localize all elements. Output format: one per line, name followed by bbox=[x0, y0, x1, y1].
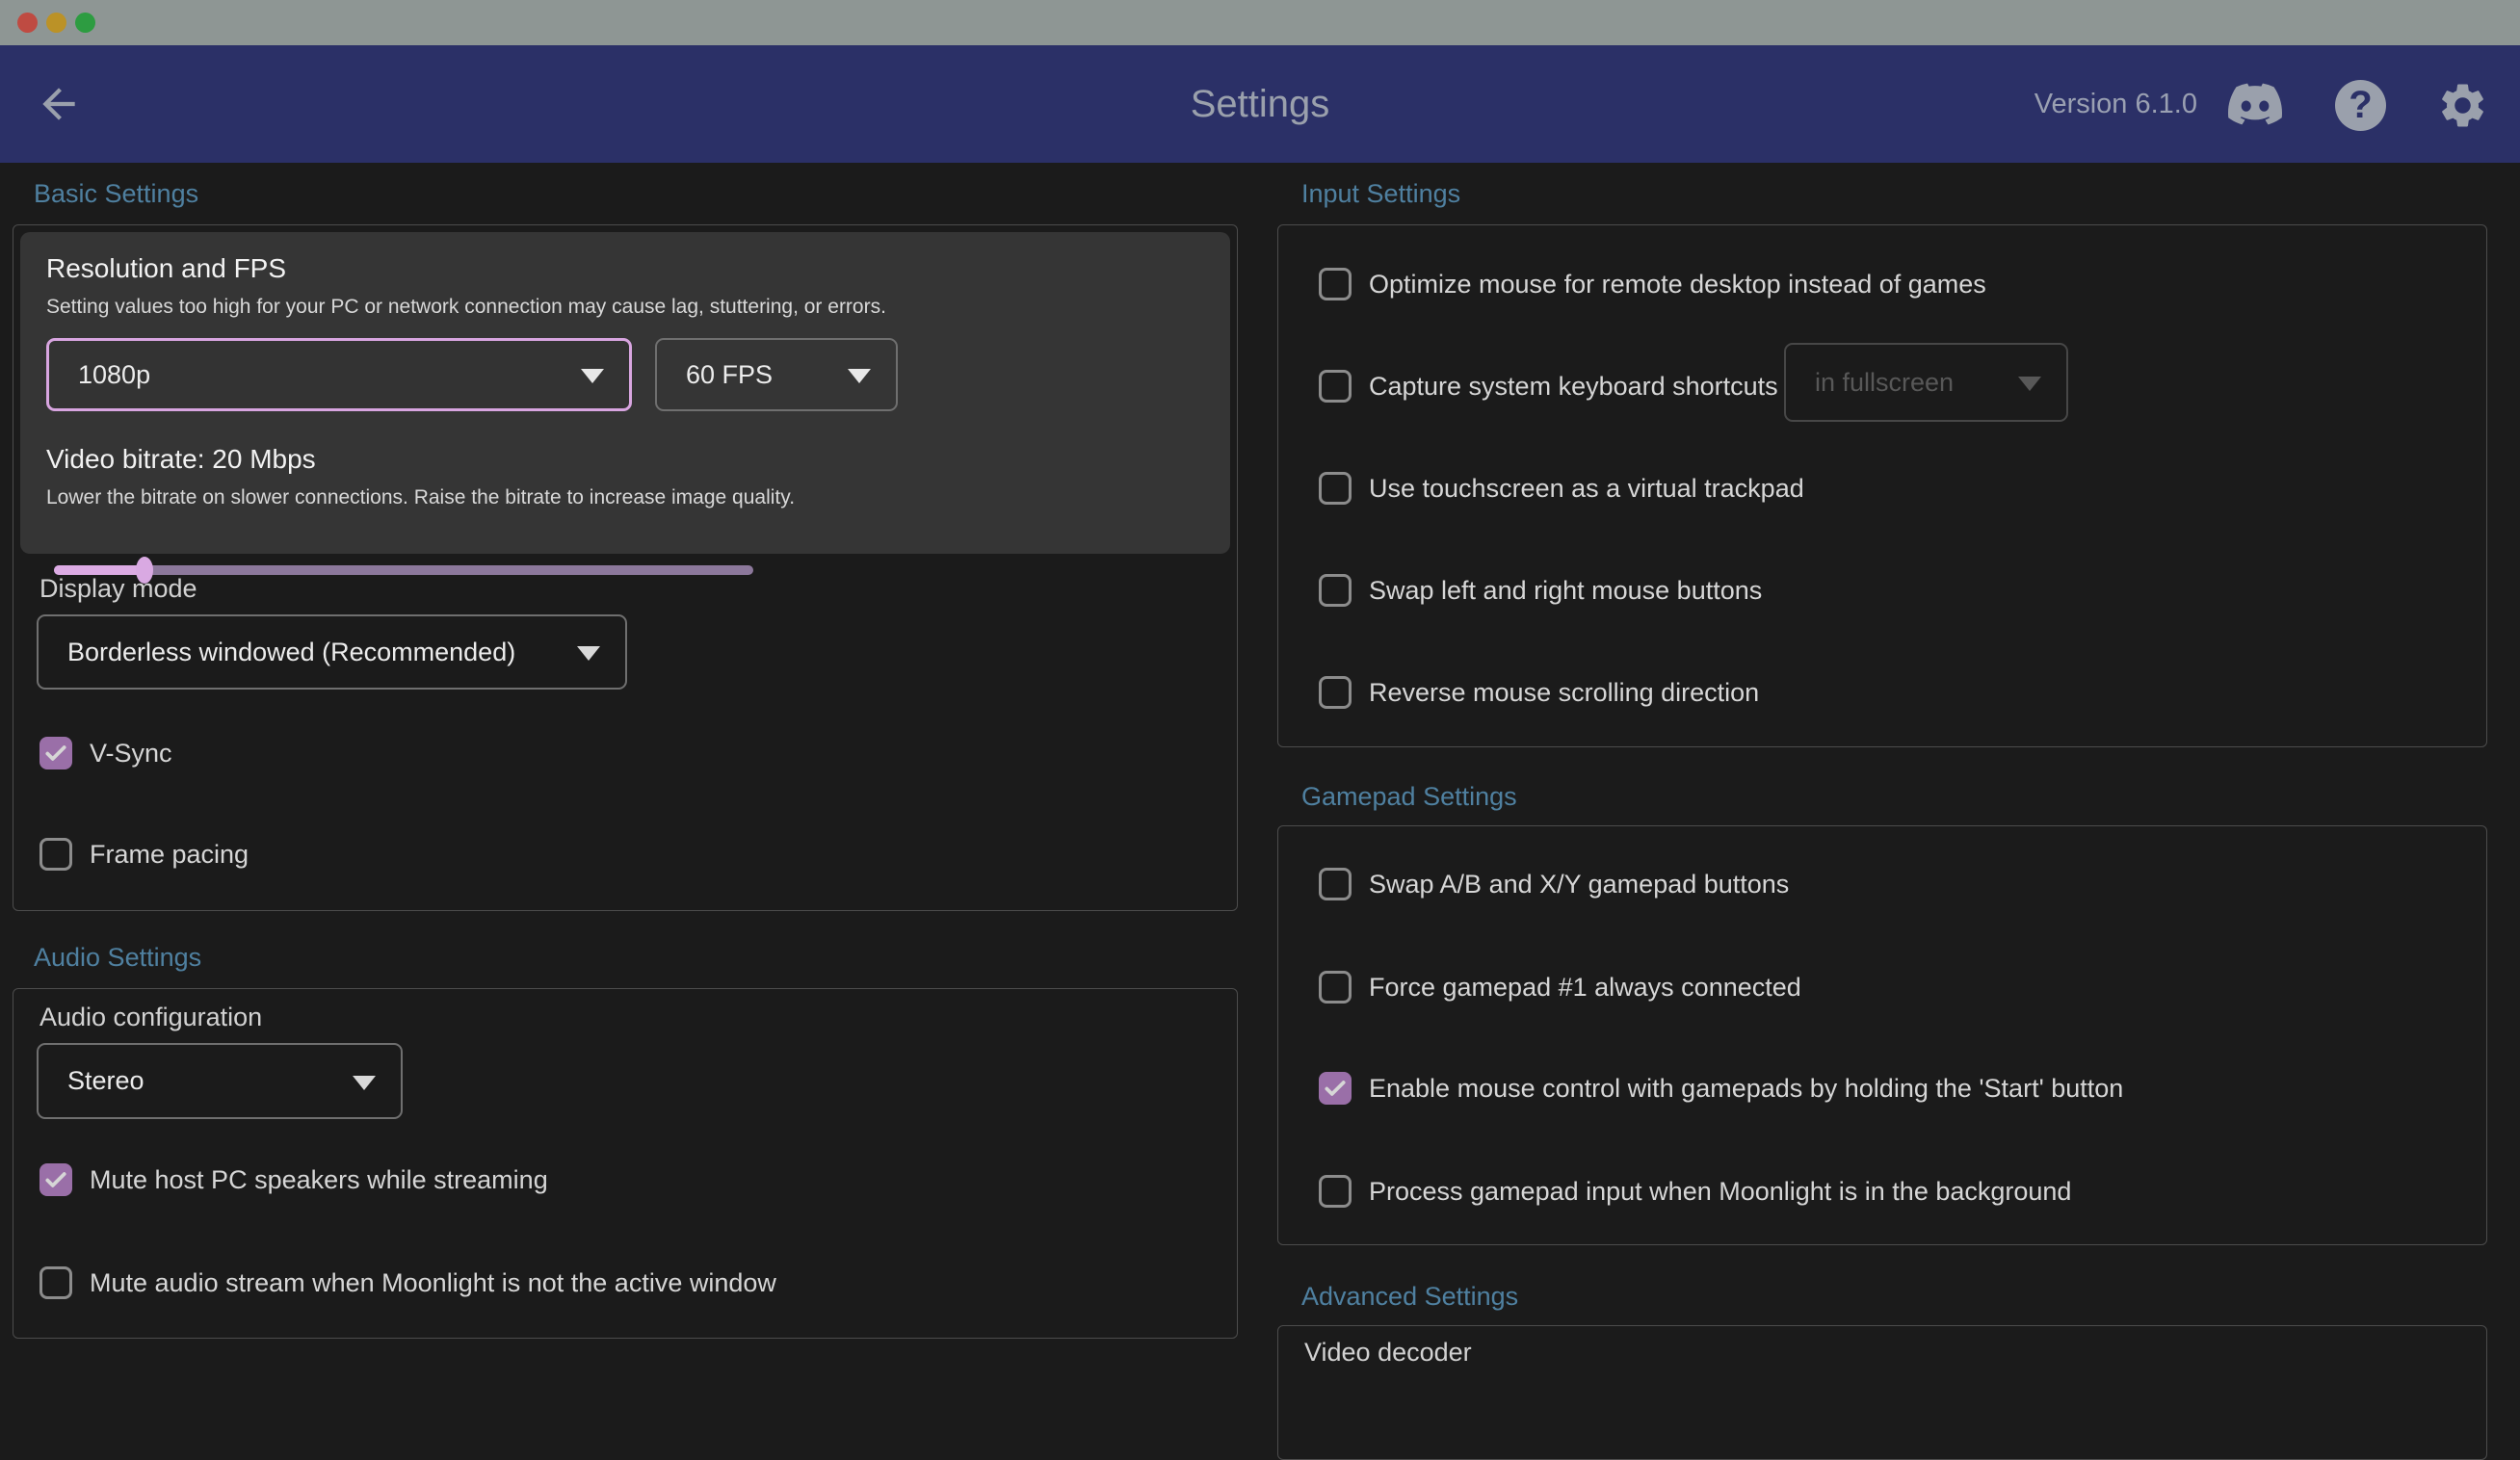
resolution-fps-title: Resolution and FPS bbox=[46, 253, 1204, 284]
frame-pacing-label: Frame pacing bbox=[90, 840, 249, 870]
chevron-down-icon bbox=[577, 646, 600, 661]
frame-pacing-row: Frame pacing bbox=[39, 838, 249, 871]
help-icon: ? bbox=[2335, 80, 2386, 131]
capture-shortcuts-row: Capture system keyboard shortcuts bbox=[1319, 370, 1778, 403]
chevron-down-icon bbox=[2018, 377, 2041, 391]
version-label: Version 6.1.0 bbox=[2034, 45, 2197, 163]
fps-dropdown[interactable]: 60 FPS bbox=[655, 338, 898, 411]
capture-shortcuts-label: Capture system keyboard shortcuts bbox=[1369, 372, 1778, 402]
force-gamepad-checkbox[interactable] bbox=[1319, 971, 1352, 1004]
swap-mouse-buttons-label: Swap left and right mouse buttons bbox=[1369, 576, 1762, 606]
discord-button[interactable] bbox=[2228, 77, 2282, 131]
audio-configuration-dropdown[interactable]: Stereo bbox=[37, 1043, 403, 1119]
video-decoder-label: Video decoder bbox=[1304, 1338, 1472, 1368]
optimize-mouse-checkbox[interactable] bbox=[1319, 268, 1352, 300]
audio-configuration-label: Audio configuration bbox=[39, 1003, 262, 1032]
audio-configuration-value: Stereo bbox=[39, 1066, 144, 1096]
gamepad-mouse-control-row: Enable mouse control with gamepads by ho… bbox=[1319, 1072, 2123, 1105]
mute-stream-checkbox[interactable] bbox=[39, 1266, 72, 1299]
section-title-basic: Basic Settings bbox=[34, 179, 198, 209]
chevron-down-icon bbox=[581, 369, 604, 383]
swap-gamepad-buttons-label: Swap A/B and X/Y gamepad buttons bbox=[1369, 870, 1789, 899]
swap-mouse-buttons-row: Swap left and right mouse buttons bbox=[1319, 574, 1762, 607]
gamepad-background-row: Process gamepad input when Moonlight is … bbox=[1319, 1175, 2071, 1208]
section-title-audio: Audio Settings bbox=[34, 943, 201, 973]
section-title-advanced: Advanced Settings bbox=[1301, 1282, 1518, 1312]
capture-shortcuts-mode-dropdown: in fullscreen bbox=[1784, 343, 2068, 422]
gear-icon bbox=[2436, 79, 2489, 132]
optimize-mouse-row: Optimize mouse for remote desktop instea… bbox=[1319, 268, 1986, 300]
input-settings-panel: Optimize mouse for remote desktop instea… bbox=[1277, 224, 2487, 747]
swap-mouse-buttons-checkbox[interactable] bbox=[1319, 574, 1352, 607]
gamepad-mouse-control-checkbox[interactable] bbox=[1319, 1072, 1352, 1105]
minimize-window-button[interactable] bbox=[46, 13, 66, 33]
basic-settings-panel: Resolution and FPS Setting values too hi… bbox=[13, 224, 1238, 911]
display-mode-dropdown[interactable]: Borderless windowed (Recommended) bbox=[37, 614, 627, 690]
display-mode-value: Borderless windowed (Recommended) bbox=[39, 638, 515, 667]
display-mode-label: Display mode bbox=[39, 574, 197, 604]
help-button[interactable]: ? bbox=[2335, 80, 2386, 131]
mute-host-label: Mute host PC speakers while streaming bbox=[90, 1165, 548, 1195]
chevron-down-icon bbox=[353, 1076, 376, 1090]
resolution-fps-groupbox: Resolution and FPS Setting values too hi… bbox=[20, 232, 1230, 554]
resolution-dropdown[interactable]: 1080p bbox=[46, 338, 632, 411]
check-icon bbox=[43, 1167, 68, 1192]
vsync-label: V-Sync bbox=[90, 739, 172, 769]
reverse-scrolling-label: Reverse mouse scrolling direction bbox=[1369, 678, 1759, 708]
discord-icon bbox=[2228, 77, 2282, 131]
mute-stream-row: Mute audio stream when Moonlight is not … bbox=[39, 1266, 776, 1299]
force-gamepad-row: Force gamepad #1 always connected bbox=[1319, 971, 1801, 1004]
advanced-settings-panel: Video decoder bbox=[1277, 1325, 2487, 1460]
close-window-button[interactable] bbox=[17, 13, 38, 33]
check-icon bbox=[43, 741, 68, 766]
settings-header: Settings Version 6.1.0 ? bbox=[0, 45, 2520, 163]
swap-gamepad-buttons-checkbox[interactable] bbox=[1319, 868, 1352, 900]
mute-host-checkbox[interactable] bbox=[39, 1163, 72, 1196]
capture-shortcuts-checkbox[interactable] bbox=[1319, 370, 1352, 403]
force-gamepad-label: Force gamepad #1 always connected bbox=[1369, 973, 1801, 1003]
gamepad-mouse-control-label: Enable mouse control with gamepads by ho… bbox=[1369, 1074, 2123, 1104]
capture-shortcuts-mode-value: in fullscreen bbox=[1786, 368, 1954, 398]
section-title-input: Input Settings bbox=[1301, 179, 1460, 209]
swap-gamepad-buttons-row: Swap A/B and X/Y gamepad buttons bbox=[1319, 868, 1789, 900]
zoom-window-button[interactable] bbox=[75, 13, 95, 33]
vsync-row: V-Sync bbox=[39, 737, 172, 769]
gamepad-background-checkbox[interactable] bbox=[1319, 1175, 1352, 1208]
mute-stream-label: Mute audio stream when Moonlight is not … bbox=[90, 1268, 776, 1298]
touchscreen-trackpad-checkbox[interactable] bbox=[1319, 472, 1352, 505]
reverse-scrolling-row: Reverse mouse scrolling direction bbox=[1319, 676, 1759, 709]
frame-pacing-checkbox[interactable] bbox=[39, 838, 72, 871]
back-arrow-icon bbox=[35, 80, 83, 128]
resolution-fps-description: Setting values too high for your PC or n… bbox=[46, 296, 1204, 319]
touchscreen-trackpad-label: Use touchscreen as a virtual trackpad bbox=[1369, 474, 1804, 504]
fps-value: 60 FPS bbox=[657, 360, 773, 390]
mute-host-row: Mute host PC speakers while streaming bbox=[39, 1163, 548, 1196]
gamepad-background-label: Process gamepad input when Moonlight is … bbox=[1369, 1177, 2071, 1207]
audio-settings-panel: Audio configuration Stereo Mute host PC … bbox=[13, 988, 1238, 1339]
bitrate-description: Lower the bitrate on slower connections.… bbox=[46, 486, 1204, 509]
gamepad-settings-panel: Swap A/B and X/Y gamepad buttons Force g… bbox=[1277, 825, 2487, 1245]
chevron-down-icon bbox=[848, 369, 871, 383]
section-title-gamepad: Gamepad Settings bbox=[1301, 782, 1517, 812]
bitrate-label: Video bitrate: 20 Mbps bbox=[46, 444, 1204, 475]
optimize-mouse-label: Optimize mouse for remote desktop instea… bbox=[1369, 270, 1986, 300]
vsync-checkbox[interactable] bbox=[39, 737, 72, 769]
touchscreen-trackpad-row: Use touchscreen as a virtual trackpad bbox=[1319, 472, 1804, 505]
reverse-scrolling-checkbox[interactable] bbox=[1319, 676, 1352, 709]
resolution-value: 1080p bbox=[49, 360, 150, 390]
check-icon bbox=[1323, 1076, 1348, 1101]
back-button[interactable] bbox=[35, 80, 83, 128]
settings-gear-button[interactable] bbox=[2436, 79, 2489, 132]
macos-titlebar bbox=[0, 0, 2520, 45]
